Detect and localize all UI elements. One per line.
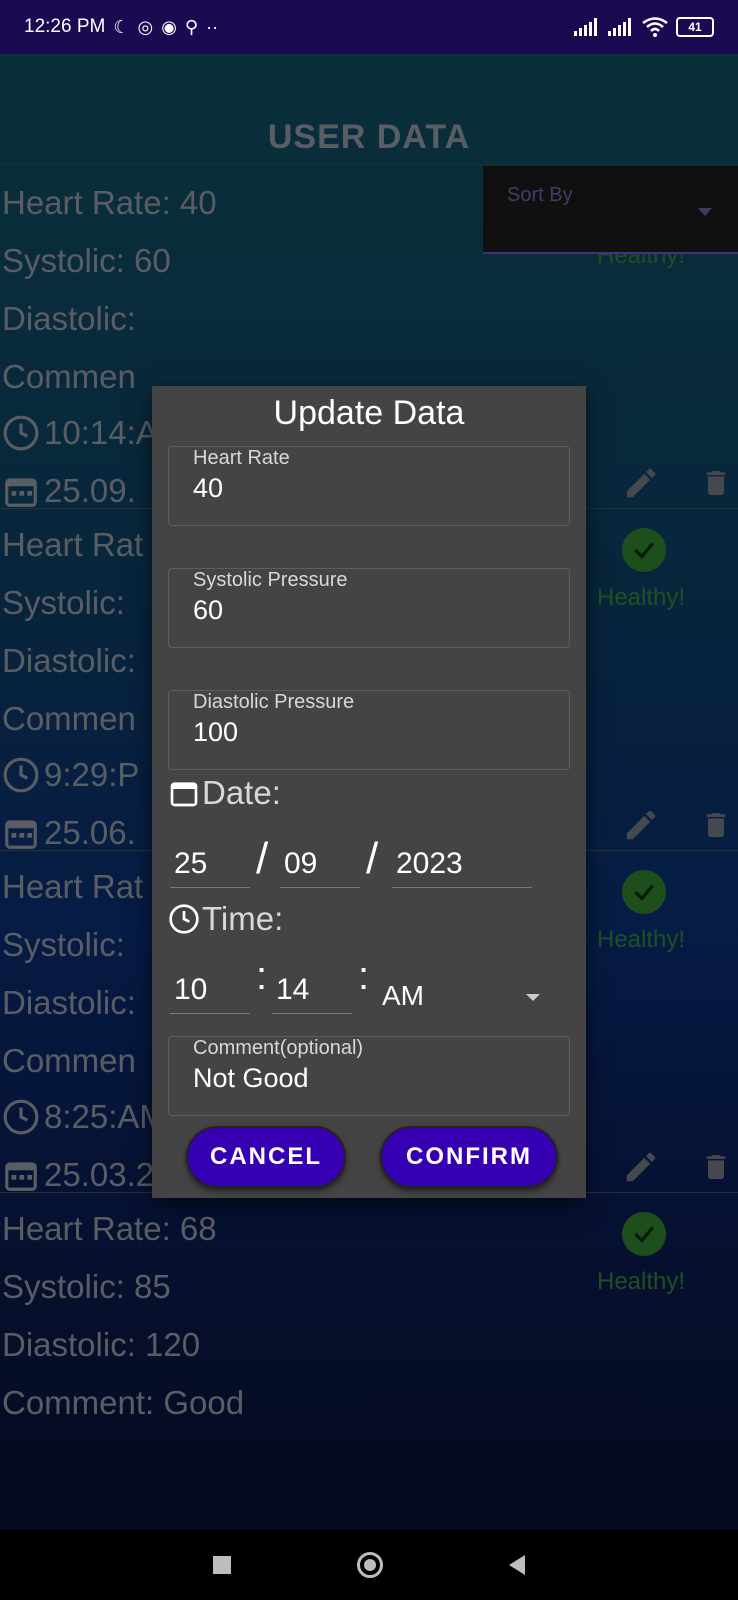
minute-input[interactable]: 14 bbox=[272, 956, 352, 1014]
calendar-icon bbox=[170, 782, 198, 807]
moon-icon: ☾ bbox=[113, 17, 130, 37]
whatsapp-icon: ◎ bbox=[137, 17, 154, 37]
ampm-select[interactable]: AM bbox=[382, 980, 424, 1012]
comment-value: Not Good bbox=[193, 1063, 309, 1093]
systolic-pressure-value: 60 bbox=[193, 595, 224, 625]
date-section-label: Date: bbox=[168, 774, 281, 812]
time-label: Time: bbox=[202, 900, 284, 937]
day-input[interactable]: 25 bbox=[170, 830, 250, 888]
comment-field[interactable]: Comment(optional) Not Good bbox=[168, 1036, 570, 1116]
date-separator: / bbox=[366, 834, 379, 883]
systolic-pressure-label: Systolic Pressure bbox=[191, 569, 350, 592]
more-dots-icon: ·· bbox=[206, 17, 219, 37]
diastolic-pressure-field[interactable]: Diastolic Pressure 100 bbox=[168, 690, 570, 770]
diastolic-pressure-value: 100 bbox=[193, 717, 239, 747]
home-icon[interactable] bbox=[357, 1552, 383, 1578]
signal-icon bbox=[608, 18, 631, 36]
heart-rate-value: 40 bbox=[193, 473, 224, 503]
recents-icon[interactable] bbox=[213, 1556, 231, 1574]
time-separator: : bbox=[256, 954, 268, 998]
messenger-icon: ◉ bbox=[161, 17, 177, 37]
status-bar: 12:26 PM ☾ ◎ ◉ ⚲ ·· 41 bbox=[0, 0, 738, 54]
time-separator: : bbox=[358, 954, 370, 998]
dialog-title: Update Data bbox=[273, 394, 465, 432]
signal-icon bbox=[574, 18, 597, 36]
heart-rate-field[interactable]: Heart Rate 40 bbox=[168, 446, 570, 526]
hour-input[interactable]: 10 bbox=[170, 956, 250, 1014]
month-input[interactable]: 09 bbox=[280, 830, 360, 888]
heart-rate-label: Heart Rate bbox=[191, 447, 292, 470]
battery-icon: 41 bbox=[676, 17, 714, 37]
date-separator: / bbox=[256, 834, 269, 883]
time-section-label: Time: bbox=[168, 900, 283, 938]
status-bar-left: 12:26 PM ☾ ◎ ◉ ⚲ ·· bbox=[24, 16, 218, 38]
comment-label: Comment(optional) bbox=[191, 1037, 366, 1060]
status-bar-right: 41 bbox=[574, 17, 714, 37]
date-label: Date: bbox=[202, 774, 281, 811]
person-icon: ⚲ bbox=[184, 17, 199, 37]
update-data-dialog: Update Data Heart Rate 40 Systolic Press… bbox=[152, 386, 586, 1198]
cancel-button[interactable]: CANCEL bbox=[186, 1126, 346, 1188]
clock-icon bbox=[169, 904, 199, 934]
wifi-icon bbox=[642, 17, 668, 37]
diastolic-pressure-label: Diastolic Pressure bbox=[191, 691, 357, 714]
systolic-pressure-field[interactable]: Systolic Pressure 60 bbox=[168, 568, 570, 648]
navigation-bar bbox=[0, 1530, 738, 1600]
chevron-down-icon[interactable] bbox=[526, 994, 540, 1001]
year-input[interactable]: 2023 bbox=[392, 830, 532, 888]
confirm-button[interactable]: CONFIRM bbox=[380, 1126, 558, 1188]
status-time: 12:26 PM bbox=[24, 16, 106, 37]
back-icon[interactable] bbox=[509, 1555, 525, 1575]
